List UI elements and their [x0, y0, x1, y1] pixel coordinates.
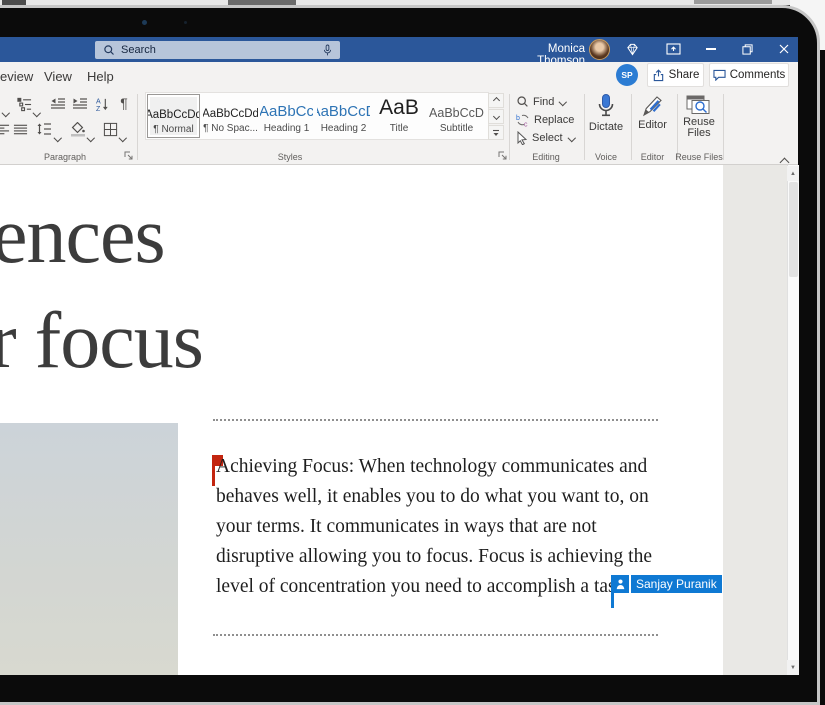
- svg-text:Z: Z: [95, 106, 100, 112]
- document-heading-line-1: ences: [0, 196, 165, 276]
- remote-cursor-caret-blue: [611, 575, 614, 608]
- body-text-line[interactable]: level of concentration you need to accom…: [216, 572, 630, 602]
- dotted-divider-bottom: [213, 634, 658, 636]
- comment-icon: [713, 69, 726, 81]
- premium-diamond-icon[interactable]: [623, 41, 641, 57]
- scrollbar-thumb[interactable]: [789, 182, 798, 277]
- chevron-down-icon[interactable]: [120, 127, 126, 145]
- menu-review-partial[interactable]: eview: [0, 69, 33, 84]
- paragraph-group-label: Paragraph: [20, 152, 110, 162]
- device-edge-button: [694, 0, 772, 4]
- style-subtitle[interactable]: AaBbCcD Subtitle: [428, 94, 485, 138]
- ribbon-display-options-button[interactable]: [664, 41, 682, 57]
- search-placeholder: Search: [121, 44, 322, 56]
- document-canvas: [723, 165, 787, 675]
- camera-icon: [142, 20, 147, 25]
- chevron-down-icon[interactable]: [34, 102, 40, 120]
- search-input[interactable]: Search: [95, 41, 340, 59]
- scroll-down-button[interactable]: ▼: [787, 660, 799, 675]
- body-text-line[interactable]: behaves well, it enables you to do what …: [216, 482, 649, 512]
- line-spacing-button[interactable]: [36, 121, 52, 137]
- document-heading-line-2: r focus: [0, 301, 203, 381]
- search-icon: [103, 44, 115, 56]
- chevron-down-icon[interactable]: [3, 102, 9, 120]
- dictate-button[interactable]: Dictate: [584, 93, 628, 133]
- restore-button[interactable]: [738, 41, 756, 57]
- align-left-button[interactable]: [0, 121, 10, 137]
- voice-group-label: Voice: [584, 152, 628, 162]
- replace-icon: bc: [516, 113, 530, 127]
- styles-scroll-up-button[interactable]: [488, 93, 504, 108]
- find-button[interactable]: Find: [516, 93, 566, 110]
- share-icon: [652, 69, 665, 82]
- scroll-up-button[interactable]: ▲: [787, 166, 799, 181]
- align-justify-button[interactable]: [12, 121, 28, 137]
- multilevel-list-button[interactable]: [16, 96, 32, 112]
- presence-badge-sp[interactable]: SP: [616, 64, 638, 86]
- styles-scroll-down-button[interactable]: [488, 109, 504, 124]
- svg-text:c: c: [524, 121, 528, 127]
- minimize-button[interactable]: [702, 41, 720, 57]
- remote-cursor-caret-red: [212, 455, 215, 486]
- document-photo-building[interactable]: [0, 423, 178, 675]
- styles-group-label: Styles: [250, 152, 330, 162]
- share-button[interactable]: Share: [647, 63, 704, 87]
- comments-label: Comments: [730, 69, 786, 81]
- collaborator-name-flag: Sanjay Puranik: [631, 575, 722, 593]
- decrease-indent-button[interactable]: [50, 96, 66, 112]
- dotted-divider-top: [213, 419, 658, 421]
- paragraph-dialog-launcher[interactable]: [124, 151, 133, 160]
- style-heading-2[interactable]: AaBbCcD Heading 2: [317, 94, 370, 138]
- chevron-down-icon[interactable]: [88, 127, 94, 145]
- select-button[interactable]: Select: [516, 129, 574, 146]
- style-no-spacing[interactable]: AaBbCcDd ¶ No Spac...: [203, 94, 258, 138]
- shading-button[interactable]: [70, 121, 86, 137]
- body-text-line[interactable]: disruptive allowing you to focus. Focus …: [216, 542, 652, 572]
- editor-pencil-icon: [641, 94, 664, 118]
- find-icon: [516, 95, 529, 108]
- svg-text:b: b: [516, 115, 520, 122]
- increase-indent-button[interactable]: [72, 96, 88, 112]
- reuse-files-icon: [686, 95, 712, 115]
- body-text-line[interactable]: Achieving Focus: When technology communi…: [216, 452, 647, 482]
- share-label: Share: [669, 69, 700, 81]
- search-mic-icon[interactable]: [322, 44, 333, 57]
- collaborator-person-icon: [611, 575, 629, 593]
- close-button[interactable]: [775, 41, 793, 57]
- microphone-icon: [596, 93, 616, 119]
- style-heading-1[interactable]: AaBbCc Heading 1: [260, 94, 313, 138]
- editing-group-label: Editing: [506, 152, 586, 162]
- style-title[interactable]: AaB Title: [374, 94, 424, 138]
- body-text-line[interactable]: your terms. It communicates in ways that…: [216, 512, 597, 542]
- styles-gallery-more-button[interactable]: [488, 125, 504, 140]
- reuse-files-button[interactable]: Reuse Files: [677, 95, 721, 139]
- show-paragraph-marks-button[interactable]: ¶: [116, 95, 132, 111]
- camera-icon: [184, 21, 187, 24]
- avatar[interactable]: [589, 39, 610, 60]
- comments-button[interactable]: Comments: [709, 63, 789, 87]
- sort-button[interactable]: AZ: [94, 96, 110, 112]
- borders-button[interactable]: [102, 121, 118, 137]
- replace-button[interactable]: bc Replace: [516, 111, 574, 128]
- editor-group-label: Editor: [631, 152, 674, 162]
- style-normal[interactable]: AaBbCcDd ¶ Normal: [147, 94, 200, 138]
- menu-help[interactable]: Help: [87, 69, 114, 84]
- select-icon: [516, 131, 528, 145]
- svg-text:A: A: [95, 98, 100, 105]
- editor-button[interactable]: Editor: [631, 94, 674, 131]
- chevron-down-icon[interactable]: [55, 127, 61, 145]
- menu-view[interactable]: View: [44, 69, 72, 84]
- reuse-files-group-label: Reuse Files: [675, 152, 723, 162]
